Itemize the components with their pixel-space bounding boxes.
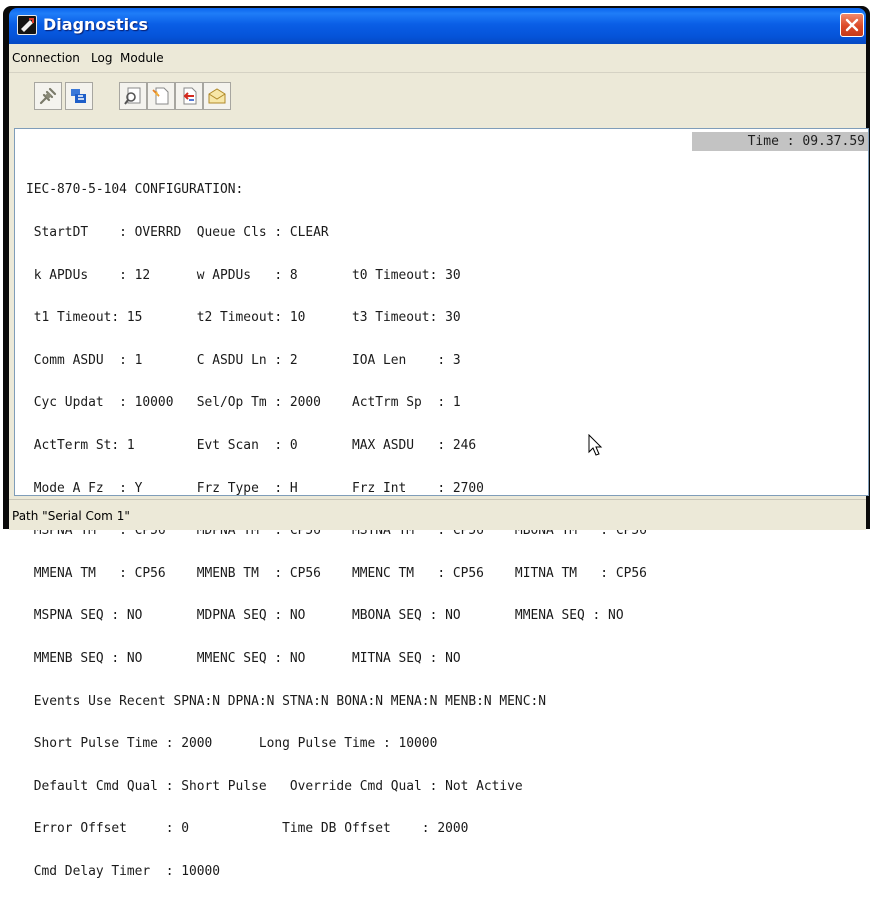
menu-log[interactable]: Log (91, 51, 112, 65)
config-line: Short Pulse Time : 2000 Long Pulse Time … (26, 736, 438, 752)
connect-icon (39, 87, 57, 105)
toolbar (9, 74, 866, 118)
config-line: MMENA TM : CP56 MMENB TM : CP56 MMENC TM… (26, 565, 647, 581)
config-line: Default Cmd Qual : Short Pulse Override … (26, 778, 523, 794)
status-bar: Path "Serial Com 1" (9, 499, 866, 530)
export-button[interactable] (175, 82, 203, 110)
stack-button[interactable] (65, 82, 93, 110)
mail-button[interactable] (203, 82, 231, 110)
stack-icon (71, 89, 86, 103)
export-icon (183, 87, 197, 105)
title-bar[interactable]: Diagnostics (9, 8, 866, 44)
find-button[interactable] (119, 82, 147, 110)
config-line: Cyc Updat : 10000 Sel/Op Tm : 2000 ActTr… (26, 395, 461, 411)
config-line: Mode A Fz : Y Frz Type : H Frz Int : 270… (26, 480, 484, 496)
time-display: Time : 09.37.59 (692, 132, 868, 151)
menu-module[interactable]: Module (120, 51, 164, 65)
mouse-cursor-icon (588, 434, 603, 456)
config-line: Events Use Recent SPNA:N DPNA:N STNA:N B… (26, 693, 546, 709)
diagnostics-window: Diagnostics Connection Log Module Time:… (3, 6, 870, 879)
config-line: Error Offset : 0 Time DB Offset : 2000 (26, 821, 469, 837)
config-line: ActTerm St: 1 Evt Scan : 0 MAX ASDU : 24… (26, 437, 477, 453)
config-line: Cmd Delay Timer : 10000 (26, 863, 221, 879)
close-button[interactable] (840, 13, 864, 37)
configuration-text: IEC-870-5-104 CONFIGURATION: StartDT : O… (26, 155, 647, 908)
config-line: Comm ASDU : 1 C ASDU Ln : 2 IOA Len : 3 (26, 352, 461, 368)
mail-icon (208, 88, 226, 104)
connect-button[interactable] (34, 82, 62, 110)
window-title: Diagnostics (43, 15, 149, 34)
open-file-button[interactable] (147, 82, 175, 110)
config-line: IEC-870-5-104 CONFIGURATION: (26, 182, 244, 198)
find-icon (124, 87, 141, 105)
menu-bar: Connection Log Module (9, 44, 866, 73)
config-line: MMENB SEQ : NO MMENC SEQ : NO MITNA SEQ … (26, 650, 461, 666)
config-line: StartDT : OVERRD Queue Cls : CLEAR (26, 225, 329, 240)
diagnostics-output[interactable]: Time : 09.37.59 IEC-870-5-104 CONFIGURAT… (14, 128, 869, 879)
status-path: Path "Serial Com 1" (12, 509, 130, 523)
app-icon[interactable] (17, 15, 37, 35)
open-file-icon (152, 87, 169, 105)
menu-connection[interactable]: Connection (12, 51, 80, 65)
config-line: k APDUs : 12 w APDUs : 8 t0 Timeout: 30 (26, 267, 461, 283)
close-icon (845, 18, 859, 32)
window-body: Connection Log Module Time: 09.37.59 IE… (9, 44, 869, 879)
config-line: MSPNA SEQ : NO MDPNA SEQ : NO MBONA SEQ … (26, 608, 624, 624)
config-line: t1 Timeout: 15 t2 Timeout: 10 t3 Timeout… (26, 310, 461, 326)
